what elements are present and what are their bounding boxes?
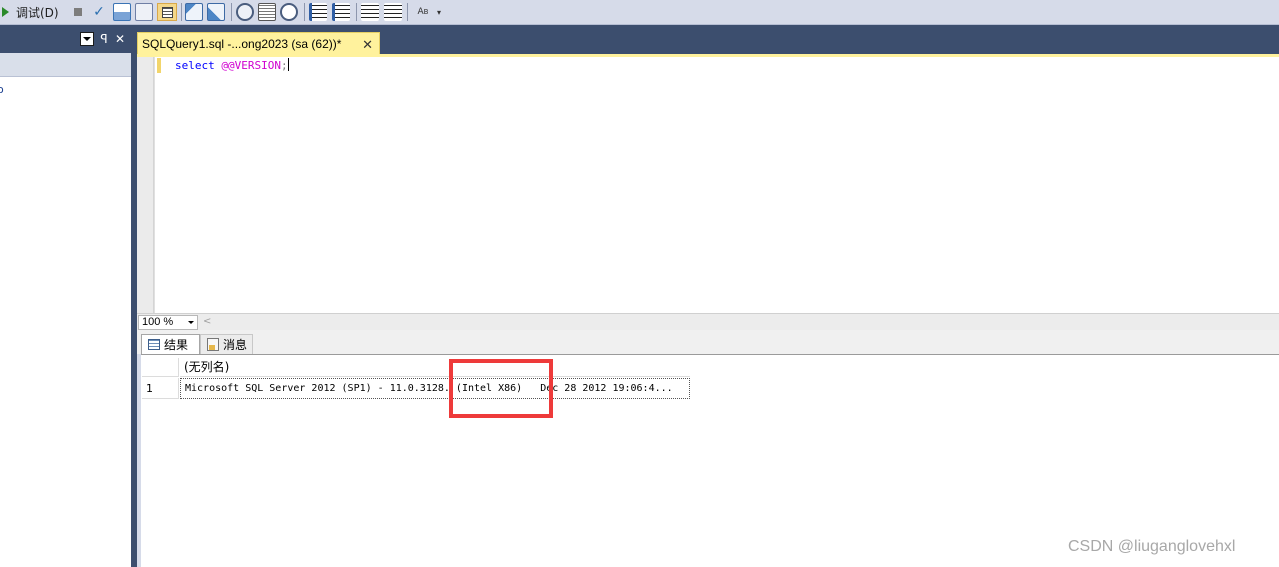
tab-sqlquery1[interactable]: SQLQuery1.sql -...ong2023 (sa (62))* ✕ (137, 32, 380, 55)
stop-icon[interactable] (70, 3, 86, 21)
tree-node-fragment[interactable]: o (0, 83, 4, 96)
annotation-highlight-box (449, 359, 553, 418)
comment-icon[interactable] (309, 3, 327, 21)
result-cell[interactable]: Microsoft SQL Server 2012 (SP1) - 11.0.3… (180, 378, 690, 399)
editor-margin (154, 57, 155, 313)
specify-values-icon[interactable]: AB (412, 3, 434, 21)
client-stats-icon[interactable] (236, 3, 254, 21)
dropdown-icon[interactable] (80, 32, 94, 46)
zoom-bar: 100 % < (137, 313, 1279, 330)
tab-results-label: 结果 (164, 338, 189, 352)
scroll-left-icon[interactable]: < (203, 316, 211, 327)
object-explorer-panel: ꟼ ✕ o (0, 25, 131, 567)
increase-indent-icon[interactable] (384, 3, 402, 21)
results-file-icon[interactable] (280, 3, 298, 21)
change-indicator (157, 58, 161, 73)
watermark: CSDN @liuganglovehxl (1068, 538, 1236, 555)
text-caret (287, 58, 289, 71)
messages-icon (207, 338, 219, 351)
ssms-window: 调试(D) ✓ AB ▾ ꟼ ✕ o SQLQuery1.sql -...ong… (0, 0, 1279, 567)
toolbar: 调试(D) ✓ AB ▾ (0, 0, 1279, 25)
results-text-icon[interactable] (258, 3, 276, 21)
results-grid: (无列名) 1 Microsoft SQL Server 2012 (SP1) … (137, 354, 1279, 567)
debug-button[interactable]: 调试(D) (2, 3, 64, 21)
grid-corner[interactable] (142, 358, 179, 377)
grid-icon (148, 339, 160, 350)
editor-outline-margin (153, 57, 154, 313)
code-punctuation: ; (280, 59, 288, 72)
tab-results[interactable]: 结果 (141, 334, 200, 354)
object-explorer-tree[interactable]: o (0, 77, 131, 567)
uncomment-icon[interactable] (332, 3, 350, 21)
toolbar-overflow-icon[interactable]: ▾ (435, 3, 443, 21)
include-stats-icon[interactable] (207, 3, 225, 21)
tab-messages[interactable]: 消息 (200, 334, 253, 354)
close-icon[interactable]: ✕ (362, 37, 373, 53)
object-explorer-toolbar (0, 53, 131, 77)
code-variable: @@VERSION (221, 59, 281, 72)
results-left-edge (137, 354, 141, 567)
editor-gutter (137, 57, 154, 313)
pin-icon[interactable]: ꟼ (97, 32, 111, 46)
query-options-icon[interactable] (135, 3, 153, 21)
code-line-1[interactable]: select @@VERSION; (175, 58, 289, 72)
design-query-icon[interactable] (113, 3, 131, 21)
include-plan-icon[interactable] (185, 3, 203, 21)
decrease-indent-icon[interactable] (361, 3, 379, 21)
code-keyword: select (175, 59, 215, 72)
object-explorer-header: ꟼ ✕ (0, 25, 131, 53)
results-to-grid-icon[interactable] (157, 3, 177, 21)
tab-title: SQLQuery1.sql -...ong2023 (sa (62))* (142, 37, 342, 51)
debug-label: 调试(D) (16, 5, 59, 20)
tab-messages-label: 消息 (223, 338, 248, 352)
query-editor[interactable]: select @@VERSION; (137, 57, 1279, 313)
results-tab-strip: 结果 消息 (137, 330, 1279, 354)
zoom-select[interactable]: 100 % (138, 315, 198, 330)
parse-check-icon[interactable]: ✓ (90, 3, 108, 21)
zoom-value: 100 % (142, 316, 174, 328)
close-icon[interactable]: ✕ (113, 32, 127, 46)
column-header[interactable]: (无列名) (180, 358, 690, 377)
chevron-down-icon (188, 321, 194, 324)
row-header[interactable]: 1 (142, 378, 179, 399)
play-icon (2, 7, 9, 17)
